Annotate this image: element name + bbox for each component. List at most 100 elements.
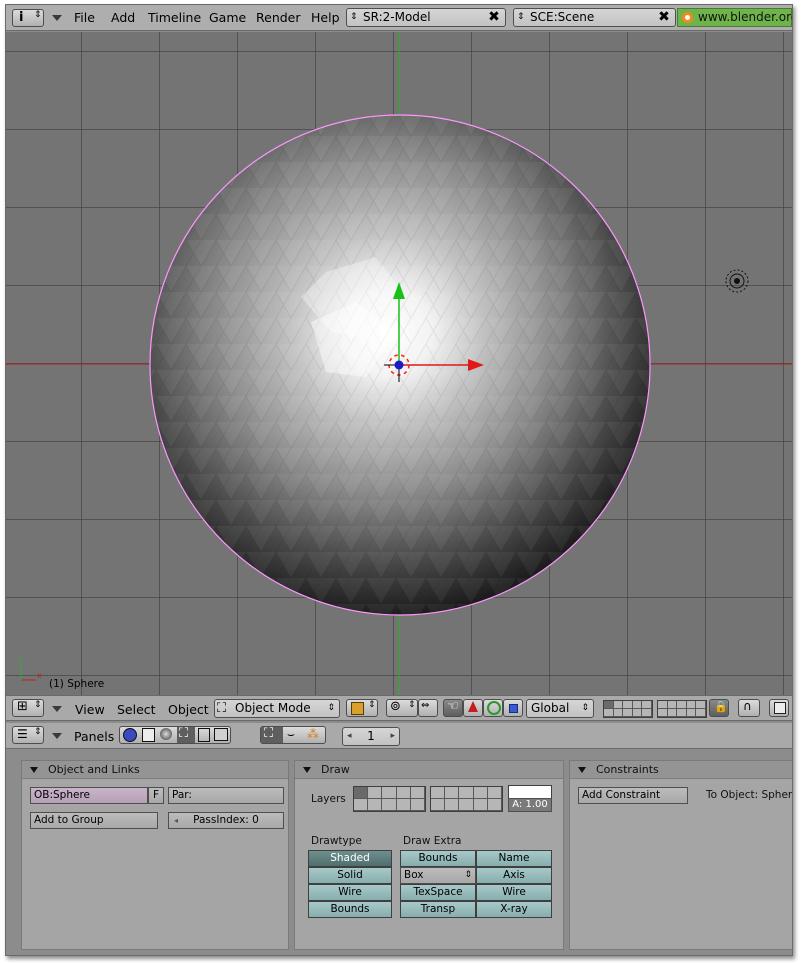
alpha-field[interactable]: A: 1.00 — [508, 798, 552, 812]
decrement-arrow-icon[interactable]: ◂ — [347, 728, 352, 745]
updown-icon: ⇕ — [34, 10, 42, 20]
context-buttons: ⛶ — [119, 726, 231, 744]
draw-extra-xray[interactable]: X-ray — [476, 901, 552, 918]
increment-arrow-icon[interactable]: ▸ — [390, 728, 395, 745]
object-context-icon: ⛶ — [179, 726, 189, 741]
drawtype-solid[interactable]: Solid — [308, 867, 392, 884]
draw-extra-name[interactable]: Name — [476, 850, 552, 867]
info-icon: i — [19, 10, 24, 25]
menu-view[interactable]: View — [75, 702, 105, 717]
collapse-menus-icon[interactable] — [52, 15, 62, 21]
updown-icon: ⇕ — [34, 700, 42, 710]
updown-icon: ⇕ — [517, 12, 525, 22]
drawtype-wire[interactable]: Wire — [308, 884, 392, 901]
frame-number-field[interactable]: ◂ 1 ▸ — [342, 727, 400, 746]
constraint-target-label: To Object: Sphere — [706, 789, 793, 801]
layer-buttons-right[interactable] — [657, 700, 707, 718]
panel-header-draw[interactable]: Draw — [295, 761, 563, 779]
menu-object[interactable]: Object — [168, 702, 209, 717]
editor-type-3d-button[interactable]: ⊞ ⇕ — [12, 699, 44, 717]
decrement-arrow-icon[interactable]: ◂ — [174, 813, 178, 828]
fake-user-button[interactable]: F — [148, 787, 164, 804]
object-name-field[interactable]: OB:Sphere — [30, 787, 148, 804]
logic-context-icon[interactable] — [123, 728, 137, 742]
rotate-manipulator[interactable] — [483, 699, 503, 717]
cube-icon — [351, 702, 364, 715]
add-constraint-button[interactable]: Add Constraint — [578, 787, 688, 804]
orientation-selector[interactable]: Global ⇕ — [526, 699, 594, 718]
pass-index-field[interactable]: ◂ PassIndex: 0 — [168, 812, 284, 829]
collapse-triangle-icon[interactable] — [303, 767, 311, 773]
panel-object-links: Object and Links OB:Sphere F Par: Add to… — [21, 760, 289, 950]
pivot-point-align-button[interactable]: ⇔ — [418, 699, 438, 717]
delete-scene-icon[interactable]: ✖ — [653, 9, 675, 26]
object-layers-right[interactable] — [430, 786, 503, 812]
scene-context-icon[interactable] — [214, 728, 228, 741]
3d-view-header: ⊞ ⇕ View Select Object ⛶ Object Mode ⇕ ⇕… — [6, 695, 792, 721]
draw-extra-texspace[interactable]: TexSpace — [400, 884, 476, 901]
object-color-swatch[interactable] — [508, 785, 552, 799]
panel-header-object-links[interactable]: Object and Links — [22, 761, 288, 779]
collapse-menus-icon[interactable] — [52, 733, 62, 739]
draw-extra-bounds[interactable]: Bounds — [400, 850, 476, 867]
screen-selector[interactable]: ⇕ SR:2-Model ✖ — [346, 8, 506, 27]
menu-game[interactable]: Game — [209, 10, 246, 25]
draw-extra-wire[interactable]: Wire — [476, 884, 552, 901]
editor-type-buttons-button[interactable]: ☰ ⇕ — [12, 726, 44, 744]
updown-icon: ⇕ — [581, 703, 589, 713]
editor-type-button[interactable]: i ⇕ — [12, 9, 44, 27]
add-to-group-button[interactable]: Add to Group — [30, 812, 158, 829]
menu-timeline[interactable]: Timeline — [148, 10, 201, 25]
hand-icon: ☜ — [447, 699, 459, 714]
editing-context-icon[interactable] — [198, 728, 210, 742]
menu-select[interactable]: Select — [117, 702, 156, 717]
script-context-icon[interactable] — [142, 728, 155, 742]
physics-icon[interactable]: ⌣ — [287, 727, 295, 742]
panel-constraints: Constraints Add Constraint To Object: Sp… — [569, 760, 793, 950]
blender-window: i ⇕ File Add Timeline Game Render Help ⇕… — [5, 4, 793, 956]
menu-add[interactable]: Add — [111, 10, 135, 25]
pass-index-value: PassIndex: 0 — [193, 814, 259, 826]
draw-extra-transp[interactable]: Transp — [400, 901, 476, 918]
proportional-edit-button[interactable]: ∩ — [738, 699, 760, 717]
blender-logo-center — [685, 15, 690, 20]
drawtype-label: Drawtype — [311, 835, 362, 847]
lock-layers-button[interactable]: 🔒 — [709, 699, 729, 717]
draw-extra-axis[interactable]: Axis — [476, 867, 552, 884]
translate-manipulator[interactable] — [463, 699, 483, 717]
panel-title: Draw — [321, 763, 350, 776]
layer-buttons-left[interactable] — [603, 700, 653, 718]
drawtype-shaded[interactable]: Shaded — [308, 850, 392, 867]
collapse-triangle-icon[interactable] — [30, 767, 38, 773]
bounds-type-select[interactable]: Box ⇕ — [400, 867, 476, 884]
draw-type-button[interactable]: ⇕ — [346, 699, 378, 717]
scale-manipulator[interactable] — [503, 699, 523, 717]
pivot-icon: ⊚ — [390, 699, 401, 714]
3d-viewport[interactable]: x z (1) Sphere — [6, 32, 792, 695]
panel-header-constraints[interactable]: Constraints — [570, 761, 792, 779]
menu-help[interactable]: Help — [311, 10, 340, 25]
particles-icon[interactable]: ⁂ — [307, 727, 319, 741]
menu-render[interactable]: Render — [256, 10, 301, 25]
collapse-triangle-icon[interactable] — [578, 767, 586, 773]
delete-screen-icon[interactable]: ✖ — [483, 9, 505, 26]
align-icon: ⇔ — [421, 700, 430, 711]
updown-icon: ⇕ — [408, 700, 416, 710]
magnet-icon: ∩ — [743, 699, 752, 713]
screen-name: SR:2-Model — [363, 10, 431, 24]
scene-selector[interactable]: ⇕ SCE:Scene ✖ — [513, 8, 676, 27]
orientation-name: Global — [531, 701, 570, 715]
updown-icon: ⇕ — [464, 870, 472, 880]
mode-selector[interactable]: ⛶ Object Mode ⇕ — [214, 699, 340, 718]
parent-field[interactable]: Par: — [168, 787, 284, 804]
menu-file[interactable]: File — [74, 10, 95, 25]
manipulator-toggle[interactable]: ☜ — [443, 699, 463, 717]
panels-label[interactable]: Panels — [74, 729, 114, 744]
drawtype-bounds[interactable]: Bounds — [308, 901, 392, 918]
shading-context-icon[interactable] — [160, 728, 172, 740]
collapse-menus-icon[interactable] — [52, 706, 62, 712]
render-view-button[interactable] — [769, 699, 789, 717]
blender-link[interactable]: www.blender.org — [677, 8, 792, 27]
pivot-button[interactable]: ⊚ ⇕ — [386, 699, 418, 717]
object-layers-left[interactable] — [353, 786, 426, 812]
